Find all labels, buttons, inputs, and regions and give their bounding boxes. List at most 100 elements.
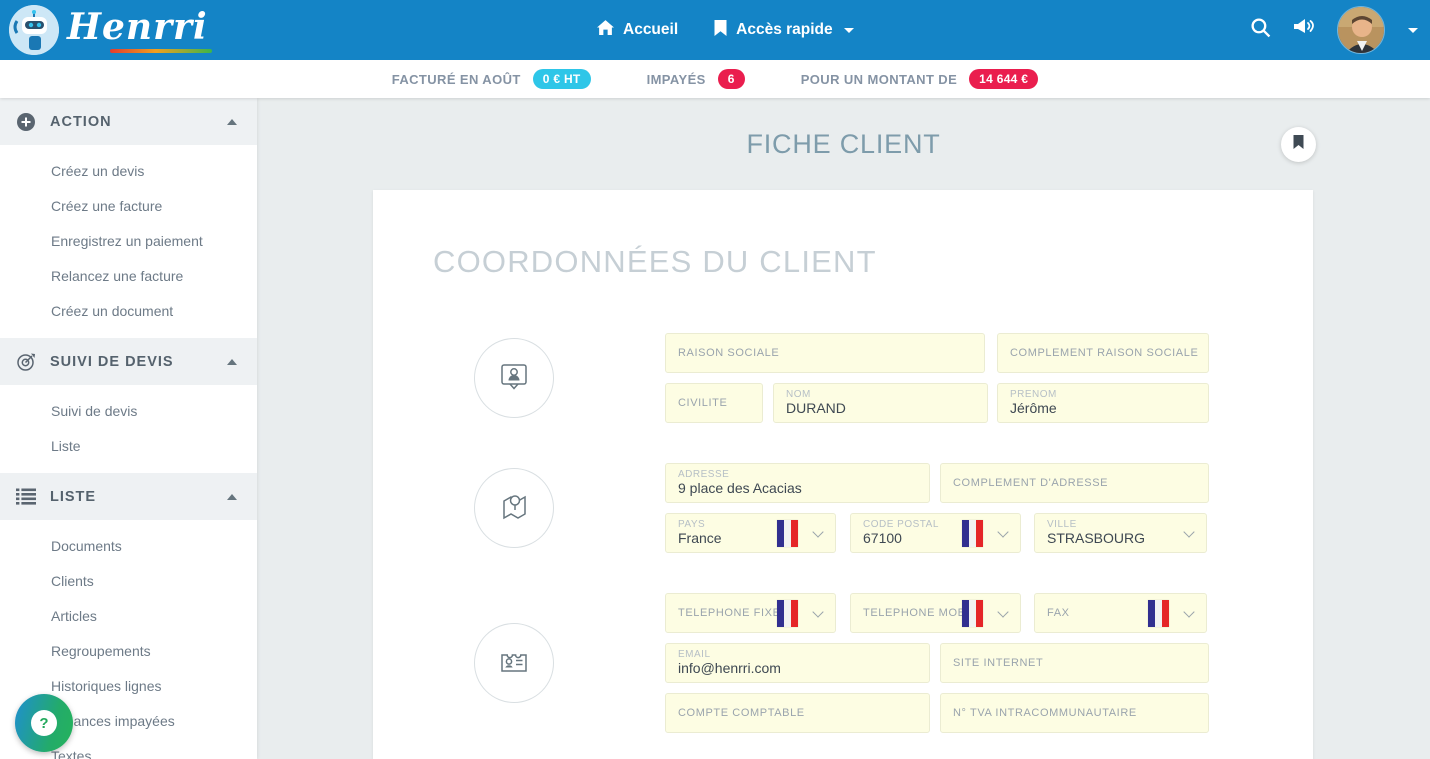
contact-section-icon	[474, 623, 554, 703]
sidebar-item-articles[interactable]: Articles	[0, 599, 257, 634]
henrri-robot-logo-icon[interactable]	[9, 5, 59, 55]
nom-field[interactable]: NOM DURAND	[773, 383, 988, 423]
sidebar-section-action[interactable]: ACTION	[0, 98, 257, 145]
telephone-fixe-label: TELEPHONE FIXE	[678, 594, 781, 632]
chevron-down-icon	[844, 28, 854, 33]
stat-unpaid-badge: 6	[718, 69, 745, 89]
pays-value: France	[678, 530, 722, 546]
user-avatar[interactable]	[1337, 6, 1385, 54]
help-button[interactable]: ?	[15, 694, 73, 752]
nom-label: NOM	[786, 389, 811, 400]
sidebar-item-relancez-une-facture[interactable]: Relancez une facture	[0, 259, 257, 294]
ville-select[interactable]: VILLE STRASBOURG	[1034, 513, 1207, 553]
chevron-up-icon	[227, 494, 237, 500]
ville-value: STRASBOURG	[1047, 530, 1145, 546]
complement-adresse-field[interactable]: COMPLEMENT D'ADRESSE	[940, 463, 1209, 503]
sidebar-item-regroupements[interactable]: Regroupements	[0, 634, 257, 669]
chevron-down-icon	[997, 606, 1008, 617]
france-flag-icon	[962, 520, 983, 547]
sidebar-item-liste-devis[interactable]: Liste	[0, 429, 257, 464]
email-label: EMAIL	[678, 649, 711, 660]
sidebar-section-liste[interactable]: LISTE	[0, 473, 257, 520]
chevron-down-icon	[812, 606, 823, 617]
client-card: COORDONNÉES DU CLIENT RAISON SOCIALE COM…	[373, 190, 1313, 759]
stat-amount-label: POUR UN MONTANT DE	[801, 72, 957, 87]
nav-quick-access-label: Accès rapide	[736, 21, 833, 39]
raison-sociale-field[interactable]: RAISON SOCIALE	[665, 333, 985, 373]
civilite-label: CIVILITE	[678, 384, 727, 422]
stat-invoiced-badge: 0 € HT	[533, 69, 591, 89]
france-flag-icon	[777, 520, 798, 547]
sidebar-item-clients[interactable]: Clients	[0, 564, 257, 599]
sidebar-item-enregistrez-un-paiement[interactable]: Enregistrez un paiement	[0, 224, 257, 259]
page-title: FICHE CLIENT	[257, 129, 1430, 160]
sidebar-item-creez-une-facture[interactable]: Créez une facture	[0, 189, 257, 224]
email-field[interactable]: EMAIL info@henrri.com	[665, 643, 930, 683]
site-internet-label: SITE INTERNET	[953, 644, 1043, 682]
stat-unpaid-label: IMPAYÉS	[647, 72, 706, 87]
fax-label: FAX	[1047, 594, 1070, 632]
sidebar-item-creez-un-devis[interactable]: Créez un devis	[0, 154, 257, 189]
stat-invoiced-label: FACTURÉ EN AOÛT	[392, 72, 521, 87]
raison-sociale-label: RAISON SOCIALE	[678, 334, 779, 372]
identity-section-icon	[474, 338, 554, 418]
top-navbar: Henrri Accueil Accès rapide	[0, 0, 1430, 60]
chevron-up-icon	[227, 119, 237, 125]
nav-quick-access[interactable]: Accès rapide	[714, 20, 854, 41]
adresse-field[interactable]: ADRESSE 9 place des Acacias	[665, 463, 930, 503]
megaphone-icon[interactable]	[1292, 17, 1316, 44]
plus-circle-icon	[15, 112, 37, 132]
ville-label: VILLE	[1047, 519, 1077, 530]
adresse-label: ADRESSE	[678, 469, 729, 480]
card-title: COORDONNÉES DU CLIENT	[433, 244, 877, 280]
fax-field[interactable]: FAX	[1034, 593, 1207, 633]
search-icon[interactable]	[1250, 17, 1271, 43]
sidebar-item-creez-un-document[interactable]: Créez un document	[0, 294, 257, 329]
brand-wordmark[interactable]: Henrri	[67, 6, 208, 48]
code-postal-select[interactable]: CODE POSTAL 67100	[850, 513, 1021, 553]
complement-adresse-label: COMPLEMENT D'ADRESSE	[953, 464, 1108, 502]
pays-select[interactable]: PAYS France	[665, 513, 836, 553]
site-internet-field[interactable]: SITE INTERNET	[940, 643, 1209, 683]
complement-raison-sociale-label: COMPLEMENT RAISON SOCIALE	[1010, 334, 1198, 372]
sidebar-section-action-title: ACTION	[50, 114, 112, 130]
sidebar: ACTION Créez un devis Créez une facture …	[0, 98, 257, 759]
prenom-value: Jérôme	[1010, 400, 1057, 416]
civilite-field[interactable]: CIVILITE	[665, 383, 763, 423]
address-section-icon	[474, 468, 554, 548]
chevron-up-icon	[227, 359, 237, 365]
target-icon	[15, 351, 37, 372]
bookmark-icon	[714, 20, 727, 41]
code-postal-label: CODE POSTAL	[863, 519, 939, 530]
chevron-down-icon	[812, 526, 823, 537]
brand-rainbow-underline	[110, 49, 212, 53]
sidebar-item-suivi-de-devis[interactable]: Suivi de devis	[0, 394, 257, 429]
sidebar-item-documents[interactable]: Documents	[0, 529, 257, 564]
user-menu-chevron-icon[interactable]	[1408, 28, 1418, 33]
email-value: info@henrri.com	[678, 660, 781, 676]
france-flag-icon	[1148, 600, 1169, 627]
pays-label: PAYS	[678, 519, 705, 530]
stat-amount-badge: 14 644 €	[969, 69, 1038, 89]
france-flag-icon	[777, 600, 798, 627]
chevron-down-icon	[1183, 606, 1194, 617]
telephone-mobile-field[interactable]: TELEPHONE MOBILE	[850, 593, 1021, 633]
chevron-down-icon	[1183, 526, 1194, 537]
code-postal-value: 67100	[863, 530, 902, 546]
question-mark-icon: ?	[31, 710, 57, 736]
bookmark-page-button[interactable]	[1281, 127, 1316, 162]
compte-comptable-field[interactable]: COMPTE COMPTABLE	[665, 693, 930, 733]
prenom-label: PRENOM	[1010, 389, 1057, 400]
compte-comptable-label: COMPTE COMPTABLE	[678, 694, 805, 732]
adresse-value: 9 place des Acacias	[678, 480, 802, 496]
france-flag-icon	[962, 600, 983, 627]
complement-raison-sociale-field[interactable]: COMPLEMENT RAISON SOCIALE	[997, 333, 1209, 373]
tva-field[interactable]: N° TVA INTRACOMMUNAUTAIRE	[940, 693, 1209, 733]
nom-value: DURAND	[786, 400, 846, 416]
telephone-fixe-field[interactable]: TELEPHONE FIXE	[665, 593, 836, 633]
chevron-down-icon	[997, 526, 1008, 537]
sidebar-section-suivi-de-devis[interactable]: SUIVI DE DEVIS	[0, 338, 257, 385]
prenom-field[interactable]: PRENOM Jérôme	[997, 383, 1209, 423]
nav-home[interactable]: Accueil	[597, 20, 678, 40]
list-icon	[15, 488, 37, 505]
